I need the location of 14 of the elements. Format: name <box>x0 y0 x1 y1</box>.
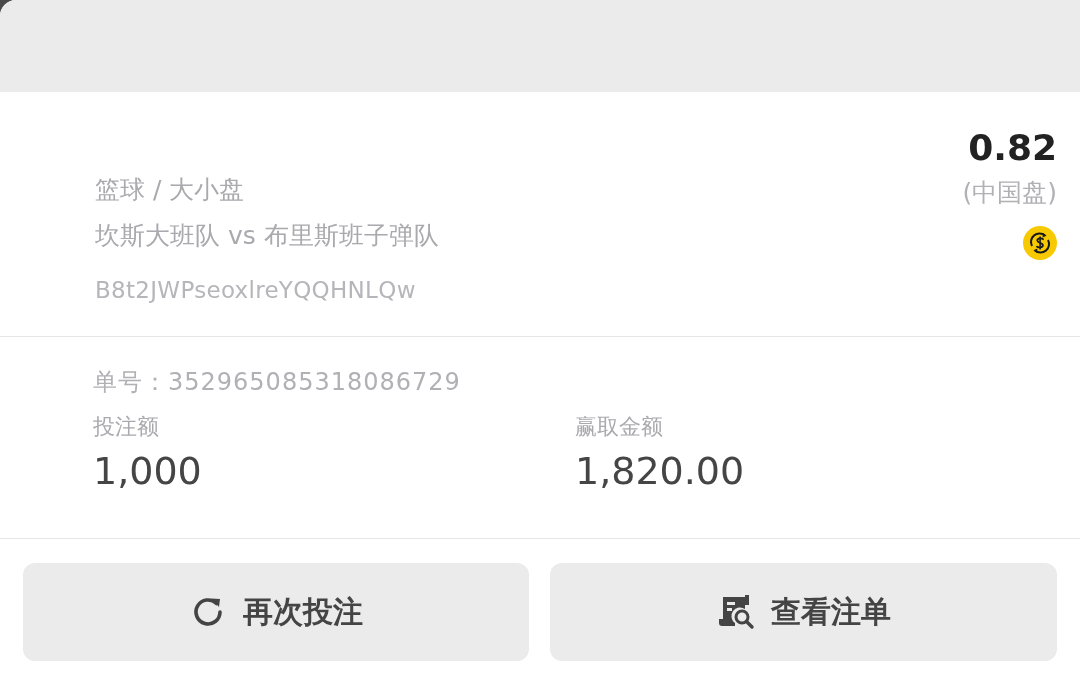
rebet-button[interactable]: 再次投注 <box>23 563 529 661</box>
amount-value: 1,000 <box>93 448 203 495</box>
sport-market-text: 篮球 / 大小盘 <box>95 174 246 206</box>
document-search-icon <box>716 593 755 631</box>
odds-type-text: (中国盘) <box>962 177 1057 209</box>
amount-value: 1,820.00 <box>575 448 746 495</box>
odds-value: 0.82 <box>968 126 1057 170</box>
view-bet-button[interactable]: 查看注单 <box>550 563 1057 661</box>
bet-code-text: B8t2JWPseoxlreYQQHNLQw <box>95 276 417 305</box>
amount-label: 投注额 <box>93 413 160 441</box>
order-number-text: 单号：352965085318086729 <box>93 367 462 398</box>
amount-label: 赢取金额 <box>575 413 664 441</box>
match-text: 坎斯大班队 vs 布里斯班子弹队 <box>95 220 439 252</box>
coin-exchange-icon <box>1023 226 1057 260</box>
